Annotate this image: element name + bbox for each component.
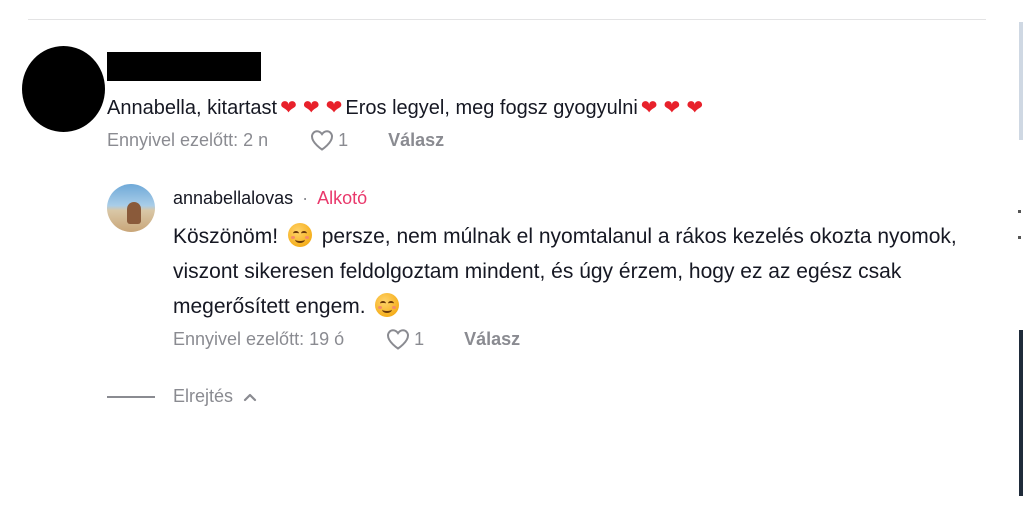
hide-replies-label: Elrejtés xyxy=(173,386,234,406)
separator-dot: · xyxy=(302,188,309,208)
reply-reply-button[interactable]: Válasz xyxy=(464,329,520,350)
comment-meta: Ennyivel ezelőtt: 2 n 1 Válasz xyxy=(107,129,444,151)
heart-emoji-icon: ❤ xyxy=(663,95,681,119)
heart-emoji-icon: ❤ xyxy=(302,95,320,119)
reply-timestamp: Ennyivel ezelőtt: 19 ó xyxy=(173,328,345,349)
heart-emoji-icon: ❤ xyxy=(325,95,343,119)
comment-like-count: 1 xyxy=(338,129,349,150)
hide-replies-button[interactable]: Elrejtés xyxy=(107,386,257,407)
side-panel-edge xyxy=(1019,330,1023,496)
avatar-figure xyxy=(127,202,141,224)
smiling-face-icon xyxy=(287,223,312,247)
comment-thread: Annabella, kitartast ❤ ❤ ❤ Eros legyel, meg … xyxy=(0,0,1023,514)
heart-outline-icon xyxy=(387,329,410,350)
heart-emoji-icon: ❤ xyxy=(280,95,297,119)
creator-badge: Alkotó xyxy=(317,188,368,208)
commenter-avatar-redacted[interactable] xyxy=(22,46,105,132)
comment-text: Annabella, kitartast ❤ ❤ ❤ Eros legyel, meg … xyxy=(107,92,706,123)
reply-text: Köszönöm! persze, nem múlnak el nyomtala… xyxy=(173,219,993,324)
comment-text-part1: Annabella, kitartast xyxy=(107,97,278,119)
reply-meta: Ennyivel ezelőtt: 19 ó 1 Válasz xyxy=(173,328,520,350)
edge-dot xyxy=(1018,210,1021,213)
scrollbar-track[interactable] xyxy=(1019,22,1023,140)
comment-text-part2: Eros legyel, meg fogsz gyogyulni xyxy=(345,97,638,119)
comment-timestamp: Ennyivel ezelőtt: 2 n xyxy=(107,129,269,150)
reply-header: annabellalovas · Alkotó xyxy=(173,188,367,209)
divider-line xyxy=(107,395,155,398)
chevron-up-icon xyxy=(243,393,257,401)
divider xyxy=(28,19,986,20)
reply-username[interactable]: annabellalovas xyxy=(173,188,293,208)
heart-emoji-icon: ❤ xyxy=(640,95,658,119)
commenter-name-redacted[interactable] xyxy=(107,52,261,81)
reply-text-part1: Köszönöm! xyxy=(173,225,279,248)
edge-dot xyxy=(1018,236,1021,239)
reply-like-count: 1 xyxy=(414,328,425,349)
reply-like-button[interactable]: 1 xyxy=(386,328,424,350)
heart-outline-icon xyxy=(311,130,334,151)
creator-avatar[interactable] xyxy=(107,184,155,232)
smiling-face-icon xyxy=(375,293,400,317)
comment-reply-button[interactable]: Válasz xyxy=(388,130,444,151)
comment-like-button[interactable]: 1 xyxy=(310,129,348,151)
heart-emoji-icon: ❤ xyxy=(686,95,704,119)
